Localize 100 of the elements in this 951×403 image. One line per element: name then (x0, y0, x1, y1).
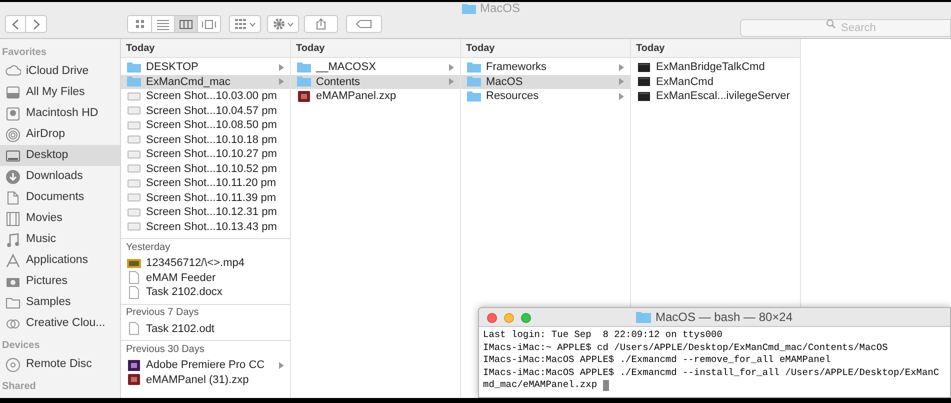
file-row[interactable]: Screen Shot...10.10.52 pm (121, 162, 290, 176)
minimize-button[interactable] (504, 313, 514, 323)
video-file-icon (127, 256, 141, 270)
column-view-icon (179, 18, 193, 30)
sidebar-heading: Shared (1, 380, 37, 394)
file-row[interactable]: Screen Shot...10.03.00 pm (121, 89, 290, 104)
settings-button[interactable] (267, 15, 299, 33)
file-row[interactable]: Contents (291, 74, 460, 89)
file-row[interactable]: Resources (461, 89, 630, 104)
file-row[interactable]: eMAM Feeder (121, 270, 290, 285)
sidebar-item[interactable]: Macintosh HD (0, 103, 120, 124)
file-row[interactable]: Screen Shot...10.11.39 pm (121, 190, 290, 205)
package-icon (297, 90, 311, 103)
terminal-icon (637, 90, 651, 103)
image-file-icon (127, 133, 141, 146)
file-row[interactable]: Task 2102.odt (121, 322, 290, 336)
sidebar-item[interactable]: iCloud Drive (0, 61, 120, 82)
sidebar-item[interactable]: AirDrop (0, 124, 120, 145)
file-row[interactable]: Screen Shot...10.04.57 pm (121, 104, 290, 118)
file-row[interactable]: eMAMPanel.zxp (291, 89, 460, 104)
document-icon (127, 322, 141, 336)
document-icon (127, 271, 141, 284)
file-row[interactable]: eMAMPanel (31).zxp (121, 372, 290, 387)
tag-button[interactable] (346, 15, 382, 33)
back-chevron-icon (12, 18, 19, 30)
folder-icon (636, 311, 652, 323)
file-row[interactable]: Screen Shot...10.08.50 pm (121, 118, 290, 132)
file-row[interactable]: Task 2102.docx (121, 285, 290, 300)
share-icon (316, 18, 326, 30)
document-icon (127, 286, 141, 299)
file-row[interactable]: ExManCmd_mac (121, 74, 290, 89)
file-row[interactable]: __MACOSX (291, 60, 460, 74)
list-view-icon (156, 18, 170, 30)
sidebar-item[interactable]: Applications (0, 250, 120, 271)
music-icon (5, 232, 21, 248)
sidebar-item[interactable]: Remote Disc (0, 354, 120, 375)
sidebar-item[interactable]: Creative Clou... (0, 313, 120, 334)
caret-icon (248, 22, 256, 26)
group-heading: Today (461, 39, 630, 58)
group-heading: Today (121, 39, 290, 58)
image-file-icon (127, 90, 141, 103)
sidebar-item[interactable]: Downloads (0, 166, 120, 187)
forward-chevron-icon (32, 18, 40, 30)
terminal-line: IMacs-iMac:~ APPLE$ cd /Users/APPLE/Desktop/ExManCmd_mac/Contents/MacOS (483, 342, 888, 354)
group-heading: Yesterday (121, 238, 290, 255)
sidebar-item[interactable]: Samples (0, 292, 120, 313)
zoom-button[interactable] (521, 313, 531, 323)
image-file-icon (127, 162, 141, 176)
view-mode-button[interactable] (197, 16, 220, 32)
icon-view-icon (134, 18, 146, 30)
movies-icon (5, 210, 21, 226)
search-field[interactable]: Search (740, 19, 951, 37)
terminal-title: MacOS — bash — 80×24 (655, 309, 793, 326)
image-file-icon (127, 104, 141, 118)
file-row[interactable]: ExManCmd (631, 74, 800, 89)
file-row[interactable]: ExManEscal...ivilegeServer (631, 89, 800, 104)
desktop-icon (5, 148, 21, 164)
cover-flow-icon (201, 18, 217, 30)
sidebar-heading: Devices (1, 339, 41, 353)
share-button[interactable] (304, 15, 338, 33)
file-row[interactable]: ExManBridgeTalkCmd (631, 60, 800, 74)
sidebar-item[interactable]: Desktop (0, 145, 120, 166)
documents-icon (5, 190, 21, 206)
terminal-line: IMacs-iMac:MacOS APPLE$ ./Exmancmd --remove_for_all eMAMPanel (483, 354, 831, 366)
file-row[interactable]: Screen Shot...10.10.27 pm (121, 147, 290, 162)
terminal-icon (637, 75, 651, 88)
group-heading: Today (291, 39, 460, 58)
file-row[interactable]: Screen Shot...10.13.43 pm (121, 220, 290, 234)
file-row[interactable]: MacOS (461, 74, 630, 89)
grid-icon (234, 19, 246, 29)
file-row[interactable]: Screen Shot...10.10.18 pm (121, 132, 290, 147)
file-row[interactable]: Screen Shot...10.12.31 pm (121, 205, 290, 220)
view-mode-button[interactable] (174, 16, 197, 32)
image-file-icon (127, 220, 141, 234)
terminal-line: md_mac/eMAMPanel.zxp (483, 379, 598, 392)
terminal-icon (637, 60, 651, 74)
sidebar-heading: Favorites (1, 46, 48, 60)
window-title: MacOS (480, 2, 520, 15)
close-button[interactable] (487, 313, 497, 323)
file-row[interactable]: 123456712/\<>.mp4 (121, 256, 290, 270)
sidebar-item[interactable]: Music (0, 229, 120, 250)
file-row[interactable]: Frameworks (461, 60, 630, 74)
sidebar-item[interactable]: Pictures (0, 271, 120, 292)
terminal-line: IMacs-iMac:MacOS APPLE$ ./Exmancmd --install_for_all /Users/APPLE/Desktop/ExManC (483, 366, 940, 379)
folder-icon (462, 3, 476, 14)
group-heading: Today (631, 39, 800, 58)
arrange-button[interactable] (229, 15, 261, 33)
sidebar-item[interactable]: All My Files (0, 82, 120, 103)
group-heading: Previous 30 Days (121, 340, 290, 357)
image-file-icon (127, 206, 141, 219)
caret-icon (286, 22, 294, 26)
file-row[interactable]: DESKTOP (121, 60, 290, 74)
apps-icon (5, 252, 21, 268)
sidebar-item[interactable]: Documents (0, 187, 120, 208)
file-row[interactable]: Screen Shot...10.11.20 pm (121, 176, 290, 190)
app-icon (127, 358, 141, 372)
file-row[interactable]: Adobe Premiere Pro CC (121, 358, 290, 372)
sidebar-item[interactable]: Movies (0, 208, 120, 229)
folder-icon (297, 75, 311, 88)
airdrop-icon (5, 126, 21, 142)
